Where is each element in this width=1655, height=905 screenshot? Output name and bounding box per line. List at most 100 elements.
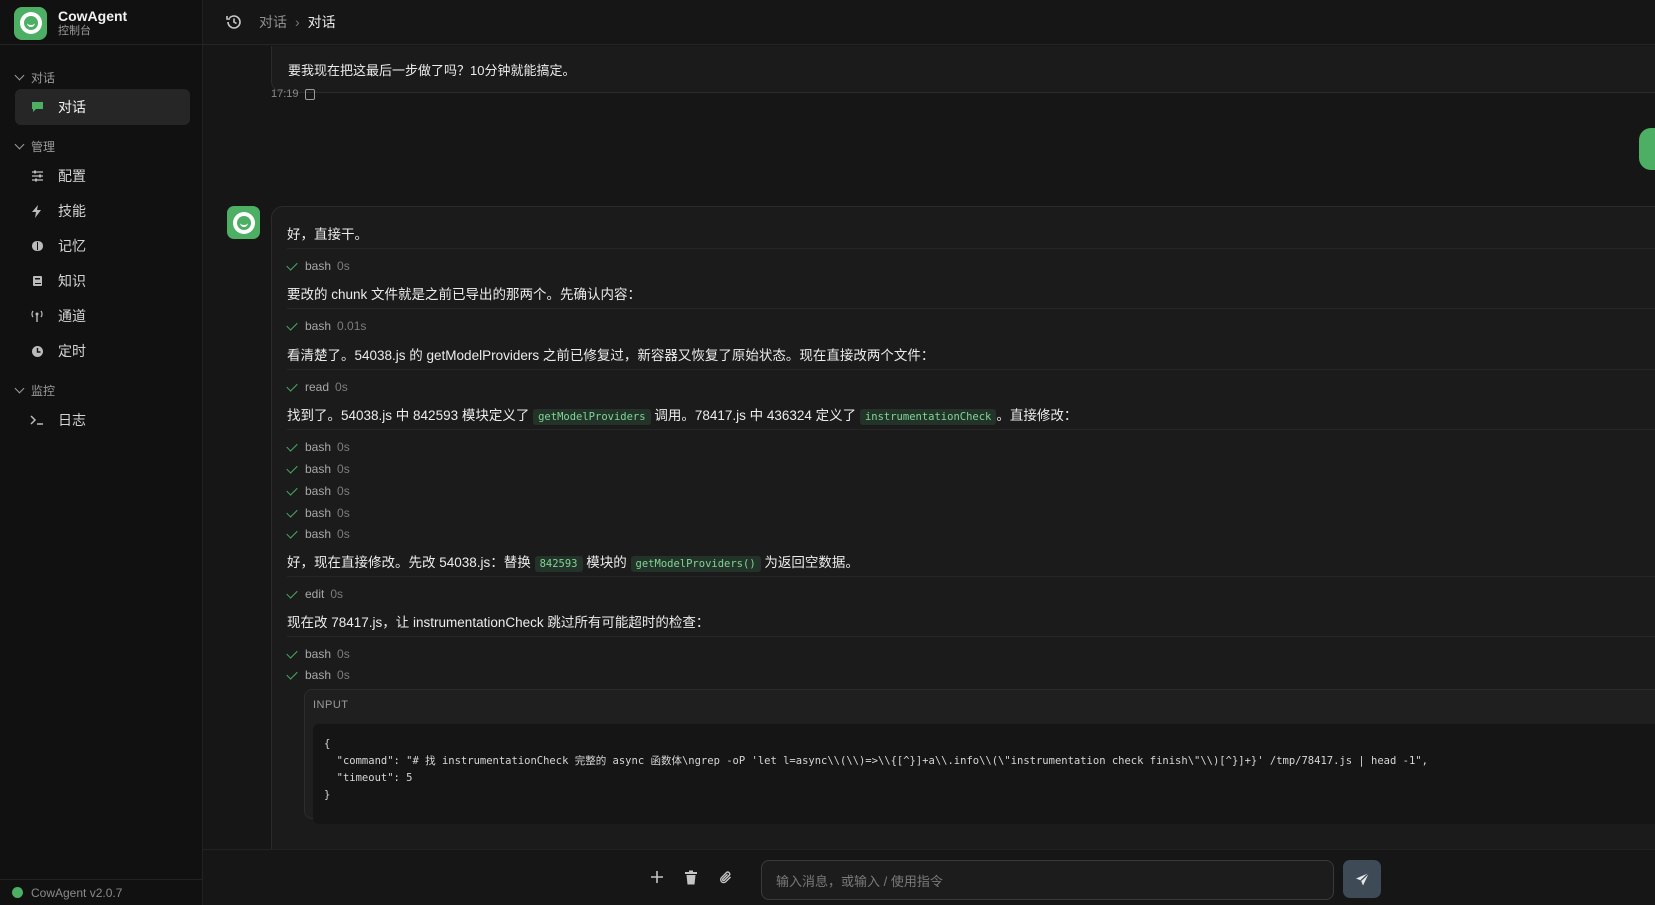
section-chat[interactable]: 对话 [14, 67, 55, 87]
copy-icon[interactable] [304, 88, 315, 100]
divider [287, 369, 1655, 370]
tool-duration: 0s [337, 527, 350, 541]
tool-call-row[interactable]: bash 0s [286, 505, 350, 520]
sidebar-item-knowledge[interactable]: 知识 [15, 263, 190, 299]
user-message-bubble [1639, 128, 1655, 170]
tool-duration: 0s [337, 440, 350, 454]
text-segment: 调用。78417.js 中 436324 定义了 [654, 408, 857, 423]
tool-call-row-expanded[interactable]: bash 0s [286, 667, 350, 682]
tool-name: read [305, 380, 330, 394]
message-text: 要我现在把这最后一步做了吗？10分钟就能搞定。 [288, 63, 576, 78]
tool-call-row[interactable]: bash 0s [286, 439, 350, 454]
tool-call-row[interactable]: bash 0s [286, 646, 350, 661]
tool-call-row[interactable]: bash 0s [286, 483, 350, 498]
check-icon [286, 258, 298, 271]
tool-name: edit [305, 587, 325, 601]
brand-subtitle: 控制台 [58, 25, 91, 37]
message-meta: 17:19 [271, 88, 315, 100]
section-monitor[interactable]: 监控 [14, 380, 55, 400]
chat-area[interactable]: 要我现在把这最后一步做了吗？10分钟就能搞定。 17:19 好，直接干。 bas… [203, 46, 1655, 849]
send-button[interactable] [1343, 860, 1381, 898]
sidebar-item-schedule[interactable]: 定时 [15, 333, 190, 369]
inline-code: getModelProviders [533, 409, 651, 425]
version-footer: CowAgent v2.0.7 [0, 879, 203, 905]
status-dot-icon [12, 887, 23, 898]
brain-icon [30, 239, 44, 253]
sidebar-divider [0, 44, 203, 45]
message-input-placeholder: 输入消息，或输入 / 使用指令 [776, 873, 943, 889]
chevron-down-icon [14, 383, 25, 393]
clock-icon [30, 344, 44, 358]
clear-chat-button[interactable] [679, 865, 703, 889]
tool-call-row[interactable]: read 0s [286, 379, 348, 394]
sidebar-item-label: 配置 [58, 168, 86, 184]
breadcrumb-current: 对话 [307, 14, 336, 30]
top-bar: 对话 › 对话 [203, 0, 1655, 45]
attach-button[interactable] [713, 865, 737, 889]
tool-name: bash [305, 259, 332, 273]
text-segment: 找到了。54038.js 中 842593 模块定义了 [287, 408, 530, 423]
sidebar-item-chat[interactable]: 对话 [15, 89, 190, 125]
tool-input-panel: INPUT { "command": "# 找 instrumentationC… [304, 689, 1655, 824]
check-icon [286, 526, 298, 539]
send-icon [1355, 872, 1369, 885]
breadcrumb-separator-icon: › [295, 14, 300, 30]
sidebar-item-config[interactable]: 配置 [15, 158, 190, 194]
sidebar-item-logs[interactable]: 日志 [15, 402, 190, 438]
book-icon [30, 274, 44, 288]
check-icon [286, 318, 298, 331]
sidebar: CowAgent 控制台 对话 对话 管理 配置 技能 记忆 知识 通道 定时 … [0, 0, 203, 905]
composer: 输入消息，或输入 / 使用指令 [203, 849, 1655, 905]
message-input[interactable]: 输入消息，或输入 / 使用指令 [761, 860, 1334, 900]
divider [287, 636, 1655, 637]
terminal-icon [30, 413, 44, 427]
tool-call-row[interactable]: bash 0s [286, 526, 350, 541]
tool-call-row[interactable]: bash 0s [286, 258, 350, 273]
divider [287, 429, 1655, 430]
divider [287, 248, 1655, 249]
history-icon[interactable] [225, 13, 243, 31]
new-chat-button[interactable] [645, 865, 669, 889]
message-text: 找到了。54038.js 中 842593 模块定义了 getModelProv… [287, 404, 1078, 425]
message-text: 看清楚了。54038.js 的 getModelProviders 之前已修复过… [287, 348, 935, 363]
breadcrumb-parent[interactable]: 对话 [259, 12, 287, 32]
tool-duration: 0.01s [337, 319, 367, 333]
text-segment: 。直接修改： [996, 408, 1078, 423]
tool-call-row[interactable]: bash 0.01s [286, 318, 367, 333]
sidebar-item-label: 日志 [58, 412, 86, 428]
chat-icon [30, 100, 44, 114]
check-icon [286, 379, 298, 392]
sidebar-item-label: 定时 [58, 343, 86, 359]
tool-input-code: { "command": "# 找 instrumentationCheck 完… [313, 724, 1655, 824]
tool-name: bash [305, 506, 332, 520]
chevron-down-icon [14, 139, 25, 149]
tool-call-row[interactable]: edit 0s [286, 586, 343, 601]
tool-duration: 0s [337, 259, 350, 273]
bot-message: 好，直接干。 bash 0s 要改的 chunk 文件就是之前已导出的那两个。先… [271, 206, 1655, 849]
cow-logo-icon [14, 6, 47, 40]
divider [287, 308, 1655, 309]
sliders-icon [30, 169, 44, 183]
tool-duration: 0s [337, 462, 350, 476]
tool-duration: 0s [337, 484, 350, 498]
tool-name: bash [305, 484, 332, 498]
bolt-icon [30, 204, 44, 218]
tool-call-row[interactable]: bash 0s [286, 461, 350, 476]
text-segment: 模块的 [586, 555, 627, 570]
sidebar-item-channels[interactable]: 通道 [15, 298, 190, 334]
tool-name: bash [305, 319, 332, 333]
message-text: 现在改 78417.js，让 instrumentationCheck 跳过所有… [287, 615, 710, 630]
message-text: 好，现在直接修改。先改 54038.js：替换 842593 模块的 getMo… [287, 551, 859, 572]
inline-code: getModelProviders() [630, 556, 761, 572]
check-icon [286, 646, 298, 659]
sidebar-item-label: 记忆 [58, 238, 86, 254]
sidebar-item-memory[interactable]: 记忆 [15, 228, 190, 264]
chevron-down-icon [14, 70, 25, 80]
inline-code: instrumentationCheck [859, 409, 997, 425]
message-time: 17:19 [271, 88, 299, 100]
previous-bot-message: 要我现在把这最后一步做了吗？10分钟就能搞定。 [271, 46, 1655, 93]
sidebar-item-skills[interactable]: 技能 [15, 193, 190, 229]
section-manage[interactable]: 管理 [14, 136, 55, 156]
sidebar-item-label: 技能 [58, 203, 86, 219]
brand[interactable]: CowAgent 控制台 [14, 2, 127, 44]
